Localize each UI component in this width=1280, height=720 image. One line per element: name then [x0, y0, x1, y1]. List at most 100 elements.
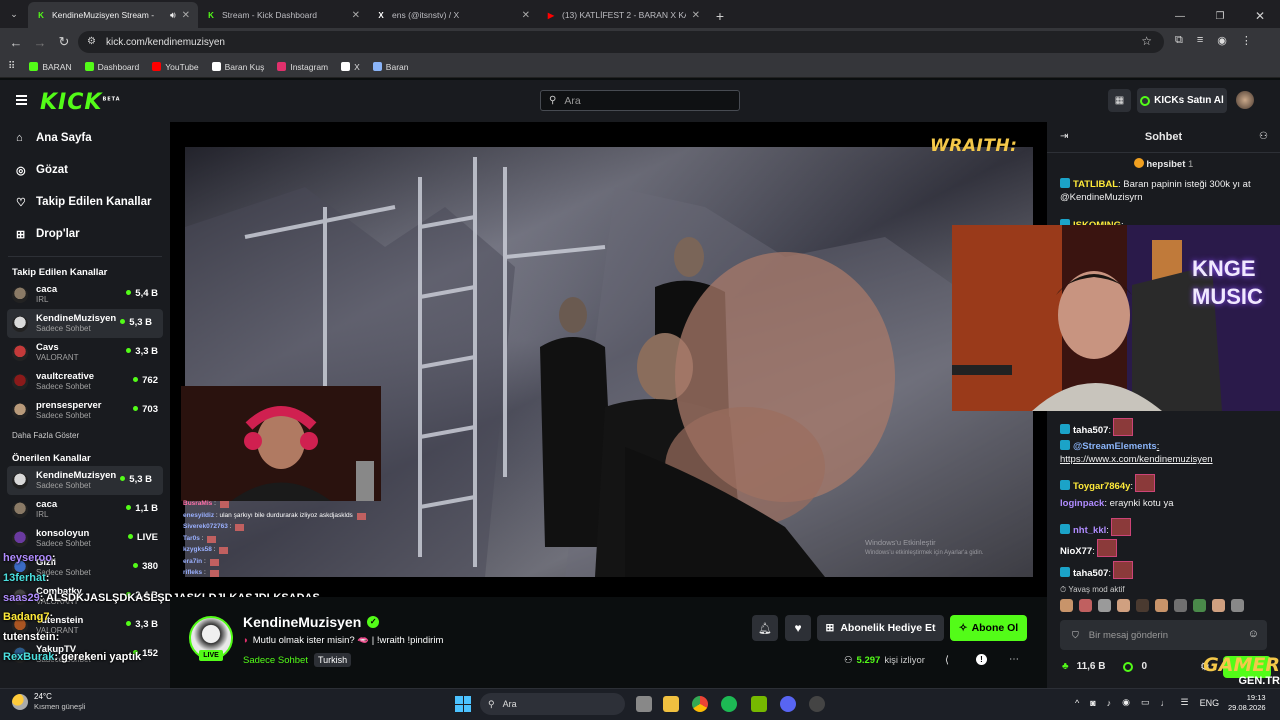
reload-button[interactable]: ↻ — [52, 30, 76, 54]
sidebar-channel-item[interactable]: caca IRL 1,1 B — [0, 495, 170, 524]
sidebar-channel-item[interactable]: vaultcreative Sadece Sohbet 762 — [0, 367, 170, 396]
emoji-picker-icon[interactable]: ☺ — [1248, 628, 1259, 640]
tray-app-icon[interactable]: ◙ — [1090, 698, 1095, 708]
category-link[interactable]: Sadece Sohbet — [243, 655, 308, 666]
chevron-up-icon[interactable]: ^ — [1075, 698, 1079, 708]
bookmark-item[interactable]: Baran — [372, 62, 408, 72]
monitor-icon[interactable]: ▭ — [1141, 697, 1150, 708]
buy-kicks-button[interactable]: KICKs Satın Al — [1137, 88, 1227, 113]
user-avatar[interactable] — [1236, 91, 1254, 109]
bookmark-item[interactable]: BARAN — [29, 62, 72, 72]
browser-tab[interactable]: K KendineMuzisyen Stream - 🔊︎ ✕ — [28, 2, 198, 28]
bookmark-star-icon[interactable]: ☆ — [1141, 34, 1152, 48]
gift-sub-button[interactable]: ⊞ Abonelik Hediye Et — [817, 615, 944, 641]
speaker-icon[interactable]: ♪ — [1107, 698, 1112, 708]
close-window-button[interactable]: ✕ — [1240, 4, 1280, 28]
sidebar-nav-item[interactable]: ♡ Takip Edilen Kanallar — [0, 186, 170, 218]
more-options-icon[interactable]: ⋯ — [1009, 654, 1019, 665]
chrome-icon[interactable] — [692, 696, 708, 712]
address-bar[interactable]: ⚙ kick.com/kendinemuzisyen ☆ — [78, 31, 1164, 53]
close-tab-icon[interactable]: ✕ — [692, 10, 700, 21]
emote-8[interactable] — [1193, 599, 1206, 612]
minimize-button[interactable]: — — [1160, 4, 1200, 28]
tab-list-button[interactable]: ⌄ — [0, 0, 28, 28]
task-view-icon[interactable] — [636, 696, 652, 712]
audio-icon[interactable]: 🔊︎ — [170, 10, 176, 21]
profile-icon[interactable]: ◉ — [1217, 34, 1227, 47]
gamer-watermark: GAMER GEN.TR — [1203, 654, 1280, 688]
language-tag[interactable]: Turkish — [313, 653, 352, 667]
sidebar-channel-item[interactable]: Cavs VALORANT 3,3 B — [0, 338, 170, 367]
sidebar-nav-item[interactable]: ⊞ Drop'lar — [0, 218, 170, 250]
media-icon[interactable]: ≡ — [1197, 34, 1203, 47]
search-input[interactable]: ⚲ Ara — [540, 90, 740, 111]
language-indicator[interactable]: ENG — [1200, 698, 1220, 708]
bookmark-item[interactable]: Baran Kuş — [211, 62, 264, 72]
clock[interactable]: 19:13 29.08.2026 — [1228, 693, 1266, 713]
emote-10[interactable] — [1231, 599, 1244, 612]
weather-widget[interactable]: 24°C Kısmen güneşli — [12, 692, 85, 712]
spotify-icon[interactable] — [721, 696, 737, 712]
bookmark-item[interactable]: Instagram — [277, 62, 328, 72]
taskbar-search[interactable]: ⚲ Ara — [480, 693, 625, 715]
discord-icon[interactable] — [780, 696, 796, 712]
streamer-name[interactable]: KendineMuzisyen — [243, 614, 361, 630]
info-icon[interactable]: ! — [976, 654, 987, 665]
video-player[interactable]: WRAITH: BusraMis : enesyildiz : ulan şar… — [170, 122, 1047, 597]
site-info-icon[interactable]: ⚙ — [87, 36, 96, 47]
emote-5[interactable] — [1136, 599, 1149, 612]
close-tab-icon[interactable]: ✕ — [352, 10, 360, 21]
start-button[interactable] — [455, 696, 471, 712]
x-icon — [341, 62, 351, 71]
sidebar-channel-item[interactable]: KendineMuzisyen Sadece Sohbet 5,3 B — [7, 466, 163, 495]
apps-icon[interactable]: ⠿ — [8, 61, 15, 72]
bookmark-item[interactable]: X — [341, 62, 360, 72]
emote-4[interactable] — [1117, 599, 1130, 612]
wifi-icon[interactable]: ☰ — [1181, 697, 1189, 708]
nvidia-icon[interactable] — [751, 696, 767, 712]
forward-button[interactable]: → — [28, 30, 52, 54]
sidebar-nav-item[interactable]: ◎ Gözat — [0, 154, 170, 186]
windows-activate-watermark: Windows'u Etkinleştir Windows'u etkinleş… — [865, 538, 984, 558]
emote-9[interactable] — [1212, 599, 1225, 612]
compass-icon: ◎ — [16, 164, 26, 177]
mic-icon[interactable]: ♩ — [1161, 698, 1170, 708]
back-button[interactable]: ← — [4, 30, 28, 54]
emote-6[interactable] — [1155, 599, 1168, 612]
emote-1[interactable] — [1060, 599, 1073, 612]
sidebar-channel-item[interactable]: caca IRL 5,4 B — [0, 280, 170, 309]
restore-button[interactable]: ❐ — [1200, 4, 1240, 28]
browser-tab[interactable]: ▶ (13) KATLİFEST 2 - BARAN X KA ✕ — [538, 2, 708, 28]
discord-tray-icon[interactable]: ◉ — [1122, 697, 1130, 708]
browser-tab[interactable]: K Stream - Kick Dashboard ✕ — [198, 2, 368, 28]
youtube-icon — [152, 62, 162, 71]
kick-logo[interactable]: KICKBETA — [40, 90, 121, 115]
emote-3[interactable] — [1098, 599, 1111, 612]
subscribe-button[interactable]: ✧ Abone Ol — [950, 615, 1027, 641]
emote-7[interactable] — [1174, 599, 1187, 612]
bookmark-item[interactable]: YouTube — [152, 62, 199, 72]
theater-mode-button[interactable]: ▦ — [1108, 89, 1131, 112]
bookmark-item[interactable]: Dashboard — [84, 62, 139, 72]
file-explorer-icon[interactable] — [663, 696, 679, 712]
extensions-icon[interactable]: ⧉ — [1175, 34, 1183, 47]
facecam-illustration — [181, 386, 381, 501]
show-more-link[interactable]: Daha Fazla Göster — [0, 431, 170, 440]
sidebar-nav-item[interactable]: ⌂ Ana Sayfa — [0, 122, 170, 154]
chat-input[interactable]: ⛉ Bir mesaj gönderin ☺ — [1060, 620, 1267, 650]
new-tab-button[interactable]: + — [708, 4, 732, 28]
nav-label: Drop'lar — [36, 228, 80, 240]
browser-tab[interactable]: Xens (@itsnstv) / X ✕ — [368, 2, 538, 28]
follow-heart-button[interactable]: ♥ — [785, 615, 811, 641]
chat-users-icon[interactable]: ⚇ — [1259, 131, 1268, 142]
close-tab-icon[interactable]: ✕ — [522, 10, 530, 21]
menu-icon[interactable]: ⋮ — [1241, 34, 1252, 47]
sidebar-channel-item[interactable]: prensesperver Sadece Sohbet 703 — [0, 396, 170, 425]
share-icon[interactable]: ⟨ — [945, 655, 949, 666]
obs-icon[interactable] — [809, 696, 825, 712]
notifications-button[interactable]: 🔔︎ — [752, 615, 778, 641]
menu-toggle-icon[interactable] — [16, 95, 27, 105]
close-tab-icon[interactable]: ✕ — [182, 10, 190, 21]
sidebar-channel-item[interactable]: KendineMuzisyen Sadece Sohbet 5,3 B — [7, 309, 163, 338]
emote-2[interactable] — [1079, 599, 1092, 612]
